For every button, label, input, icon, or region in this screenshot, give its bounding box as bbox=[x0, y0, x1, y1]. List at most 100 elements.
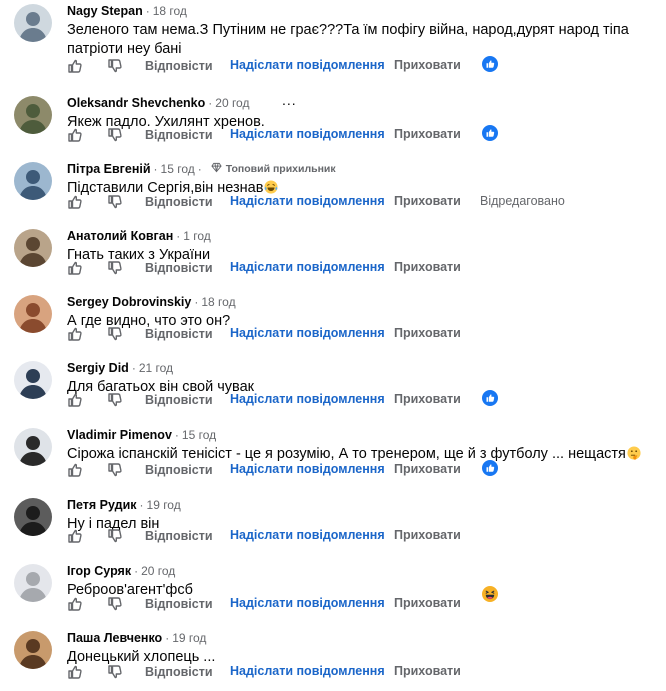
like-reaction-icon[interactable] bbox=[482, 390, 498, 406]
like-icon[interactable] bbox=[67, 58, 83, 74]
hide-link[interactable]: Приховати bbox=[394, 392, 461, 406]
avatar[interactable] bbox=[14, 229, 52, 267]
avatar[interactable] bbox=[14, 361, 52, 399]
reply-link[interactable]: Відповісти bbox=[145, 59, 213, 73]
like-icon[interactable] bbox=[67, 392, 83, 408]
dislike-icon[interactable] bbox=[107, 194, 123, 210]
send-message-link[interactable]: Надіслати повідомлення bbox=[230, 664, 385, 678]
avatar[interactable] bbox=[14, 4, 52, 42]
author-name[interactable]: Oleksandr Shevchenko bbox=[67, 96, 205, 110]
author-name[interactable]: Sergey Dobrovinskiy bbox=[67, 295, 191, 309]
avatar[interactable] bbox=[14, 564, 52, 602]
edited-label: Відредаговано bbox=[480, 194, 565, 208]
author-name[interactable]: Nagy Stepan bbox=[67, 4, 143, 18]
dislike-icon[interactable] bbox=[107, 392, 123, 408]
separator-dot: · bbox=[197, 162, 202, 176]
haha-reaction-icon[interactable] bbox=[482, 586, 498, 602]
like-icon[interactable] bbox=[67, 528, 83, 544]
dislike-icon[interactable] bbox=[107, 326, 123, 342]
reply-link[interactable]: Відповісти bbox=[145, 597, 213, 611]
like-icon[interactable] bbox=[67, 194, 83, 210]
dislike-icon[interactable] bbox=[107, 58, 123, 74]
author-name[interactable]: Пітра Евгеній bbox=[67, 162, 151, 176]
like-icon[interactable] bbox=[67, 462, 83, 478]
reply-link[interactable]: Відповісти bbox=[145, 529, 213, 543]
comment-timestamp[interactable]: 21 год bbox=[139, 361, 173, 375]
author-name[interactable]: Sergiy Did bbox=[67, 361, 129, 375]
reply-link[interactable]: Відповісти bbox=[145, 393, 213, 407]
dislike-icon[interactable] bbox=[107, 528, 123, 544]
hide-link[interactable]: Приховати bbox=[394, 127, 461, 141]
comment-actions: Відповісти bbox=[67, 192, 213, 212]
comment-actions: Відповісти bbox=[67, 662, 213, 682]
like-icon[interactable] bbox=[67, 326, 83, 342]
avatar[interactable] bbox=[14, 96, 52, 134]
author-name[interactable]: Ігор Суряк bbox=[67, 564, 131, 578]
avatar[interactable] bbox=[14, 295, 52, 333]
hide-link[interactable]: Приховати bbox=[394, 326, 461, 340]
avatar[interactable] bbox=[14, 498, 52, 536]
reply-link[interactable]: Відповісти bbox=[145, 665, 213, 679]
like-icon[interactable] bbox=[67, 664, 83, 680]
comment-item: Oleksandr Shevchenko · 20 год Якеж падло. У… bbox=[0, 92, 666, 160]
like-reaction-icon[interactable] bbox=[482, 56, 498, 72]
send-message-link[interactable]: Надіслати повідомлення bbox=[230, 260, 385, 274]
hide-link[interactable]: Приховати bbox=[394, 260, 461, 274]
author-name[interactable]: Петя Рудик bbox=[67, 498, 137, 512]
author-name[interactable]: Паша Левченко bbox=[67, 631, 162, 645]
avatar[interactable] bbox=[14, 631, 52, 669]
comment-timestamp[interactable]: 1 год bbox=[183, 229, 211, 243]
send-message-link[interactable]: Надіслати повідомлення bbox=[230, 528, 385, 542]
comment-timestamp[interactable]: 19 год bbox=[172, 631, 206, 645]
like-icon[interactable] bbox=[67, 127, 83, 143]
hide-link[interactable]: Приховати bbox=[394, 528, 461, 542]
comment-item: Паша Левченко · 19 год Донецький хлопець ..… bbox=[0, 627, 666, 691]
comment-item: Анатолий Ковган · 1 год Гнать таких з Украї… bbox=[0, 225, 666, 293]
comment-text: Зеленого там нема.З Путіним не грає???Та… bbox=[67, 21, 657, 59]
comment-timestamp[interactable]: 20 год bbox=[215, 96, 249, 110]
like-reaction-icon[interactable] bbox=[482, 460, 498, 476]
comment-timestamp[interactable]: 20 год bbox=[141, 564, 175, 578]
dislike-icon[interactable] bbox=[107, 664, 123, 680]
avatar[interactable] bbox=[14, 428, 52, 466]
comment-header: Петя Рудик · 19 год bbox=[67, 496, 181, 514]
comment-item: Sergiy Did · 21 год Для багатьох він свой ч… bbox=[0, 357, 666, 425]
reply-link[interactable]: Відповісти bbox=[145, 128, 213, 142]
reply-link[interactable]: Відповісти bbox=[145, 327, 213, 341]
reply-link[interactable]: Відповісти bbox=[145, 195, 213, 209]
send-message-link[interactable]: Надіслати повідомлення bbox=[230, 462, 385, 476]
send-message-link[interactable]: Надіслати повідомлення bbox=[230, 127, 385, 141]
hide-link[interactable]: Приховати bbox=[394, 462, 461, 476]
author-name[interactable]: Анатолий Ковган bbox=[67, 229, 173, 243]
avatar[interactable] bbox=[14, 162, 52, 200]
comment-item: Ігор Суряк · 20 год Реброов'агент'фсб Відпов… bbox=[0, 560, 666, 628]
send-message-link[interactable]: Надіслати повідомлення bbox=[230, 194, 385, 208]
separator-dot: · bbox=[139, 498, 144, 512]
hide-link[interactable]: Приховати bbox=[394, 194, 461, 208]
dislike-icon[interactable] bbox=[107, 127, 123, 143]
dislike-icon[interactable] bbox=[107, 462, 123, 478]
comment-timestamp[interactable]: 18 год bbox=[153, 4, 187, 18]
like-icon[interactable] bbox=[67, 260, 83, 276]
comment-timestamp[interactable]: 19 год bbox=[147, 498, 181, 512]
like-reaction-icon[interactable] bbox=[482, 125, 498, 141]
reply-link[interactable]: Відповісти bbox=[145, 261, 213, 275]
send-message-link[interactable]: Надіслати повідомлення bbox=[230, 392, 385, 406]
separator-dot: · bbox=[176, 229, 181, 243]
dislike-icon[interactable] bbox=[107, 596, 123, 612]
reply-link[interactable]: Відповісти bbox=[145, 463, 213, 477]
comment-header: Vladimir Pimenov · 15 год bbox=[67, 426, 216, 444]
send-message-link[interactable]: Надіслати повідомлення bbox=[230, 596, 385, 610]
comment-timestamp[interactable]: 15 год bbox=[161, 162, 195, 176]
more-options-icon[interactable]: ... bbox=[282, 92, 297, 108]
hide-link[interactable]: Приховати bbox=[394, 596, 461, 610]
author-name[interactable]: Vladimir Pimenov bbox=[67, 428, 172, 442]
hide-link[interactable]: Приховати bbox=[394, 58, 461, 72]
hide-link[interactable]: Приховати bbox=[394, 664, 461, 678]
comment-timestamp[interactable]: 18 год bbox=[201, 295, 235, 309]
comment-timestamp[interactable]: 15 год bbox=[182, 428, 216, 442]
send-message-link[interactable]: Надіслати повідомлення bbox=[230, 58, 385, 72]
send-message-link[interactable]: Надіслати повідомлення bbox=[230, 326, 385, 340]
dislike-icon[interactable] bbox=[107, 260, 123, 276]
like-icon[interactable] bbox=[67, 596, 83, 612]
